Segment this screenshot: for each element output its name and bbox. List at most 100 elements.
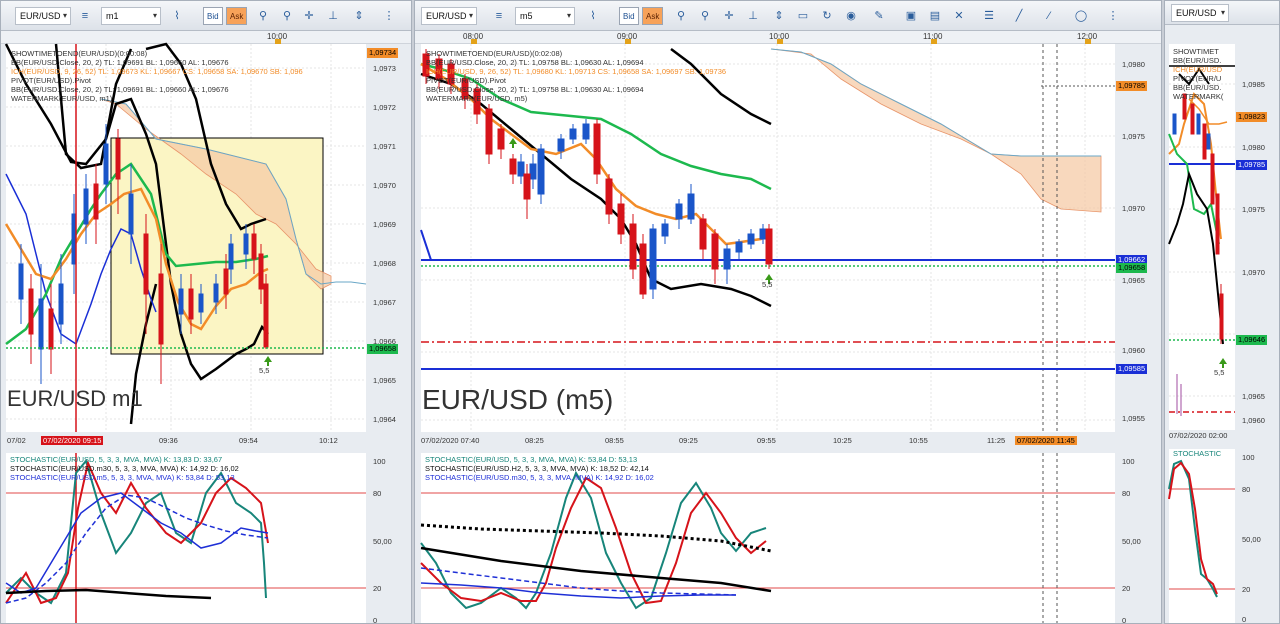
lines-icon[interactable]: ☰ [981, 8, 997, 24]
chart-type-icon[interactable]: ≡ [77, 8, 93, 24]
tools-icon[interactable]: ✕ [951, 8, 967, 24]
indicator-icon[interactable]: ⌇ [169, 8, 185, 24]
date-label: 08:25 [525, 436, 544, 445]
measure-icon[interactable]: ⊥ [325, 8, 341, 24]
legend-line: PIVOT(EUR/USD).Pivot [11, 76, 92, 85]
price-chart[interactable]: 5,5 SHOWTIMET BB(EUR/USD. ICH(EUR/USD PI… [1168, 44, 1235, 430]
auto-scale-icon[interactable]: ⇕ [771, 8, 787, 24]
stoch-legend-line: STOCHASTIC(EUR/USD.m5, 5, 3, 3, MVA, MVA… [10, 473, 235, 482]
date-label: 10:12 [319, 436, 338, 445]
stochastic-legend: STOCHASTIC(EUR/USD, 5, 3, 3, MVA, MVA) K… [10, 455, 239, 482]
price-label: 1,0970 [1242, 268, 1265, 277]
symbol-select[interactable]: EUR/USD ▾ [421, 7, 477, 25]
stoch-level-label: 0 [373, 616, 378, 624]
price-chart[interactable]: 5,5 EUR/USD m1 SHOWTIMETOEND(EUR/USD)(0:… [4, 42, 367, 432]
timeframe-select[interactable]: m1 ▾ [101, 7, 161, 25]
date-label: 07/02/2020 07:40 [421, 436, 480, 445]
watermark-title: EUR/USD m1 [7, 386, 143, 411]
arrow-label: 5,5 [259, 366, 270, 375]
date-label: 07/02/2020 02:00 [1169, 431, 1228, 440]
settings-icon[interactable]: ⋮ [381, 8, 397, 24]
pencil-icon[interactable]: ✎ [871, 8, 887, 24]
stoch-level-label: 80 [373, 489, 382, 498]
ask-button[interactable]: Ask [226, 7, 248, 25]
date-label: 08:55 [605, 436, 624, 445]
zoom-out-icon[interactable]: ⚲ [697, 8, 713, 24]
price-box-orange: 1,09823 [1236, 112, 1268, 122]
zoom-icon[interactable]: ⚲ [255, 8, 271, 24]
chart-type-icon[interactable]: ≡ [491, 8, 507, 24]
price-scale[interactable]: 1,09734 1,0973 1,0972 1,0971 1,0970 1,09… [367, 44, 411, 432]
price-label: 1,0980 [1122, 60, 1145, 69]
date-label: 09:55 [757, 436, 776, 445]
stochastic-chart[interactable]: STOCHASTIC [1168, 449, 1235, 623]
crosshair-icon[interactable]: ✛ [301, 8, 317, 24]
price-box-green: 1,09646 [1236, 335, 1268, 345]
stoch-level-label: 100 [1242, 453, 1255, 462]
indicator-icon[interactable]: ⌇ [585, 8, 601, 24]
price-chart[interactable]: 5,5 EUR/USD (m5) SHOWTIMETOEND(EUR/USD)(… [420, 44, 1115, 432]
chevron-down-icon: ▾ [152, 11, 157, 20]
bid-button[interactable]: Bid [203, 7, 223, 25]
save-icon[interactable]: ▤ [927, 8, 943, 24]
stochastic-chart[interactable]: STOCHASTIC(EUR/USD, 5, 3, 3, MVA, MVA) K… [5, 453, 366, 623]
crosshair-icon[interactable]: ✛ [721, 8, 737, 24]
stoch-level-label: 100 [1122, 457, 1135, 466]
chart-panel-side: EUR/USD ▾ 5,5 SHOWTIMET BB(EUR/USD. ICH(… [1164, 0, 1280, 624]
stoch-legend-line: STOCHASTIC(EUR/USD.m30, 5, 3, 3, MVA, MV… [425, 473, 654, 482]
trend-line-icon[interactable]: ⁄ [1041, 8, 1057, 24]
price-label: 1,0970 [1122, 204, 1145, 213]
stochastic-scale: 100 80 50,00 20 0 [1116, 453, 1161, 623]
date-label: 10:55 [909, 436, 928, 445]
top-time-axis: 08:00 09:00 10:00 11:00 12:00 [415, 31, 1161, 44]
price-label: 1,0964 [373, 415, 396, 424]
price-label: 1,0960 [1242, 416, 1265, 425]
chevron-down-icon: ▾ [566, 11, 571, 20]
stochastic-scale: 100 80 50,00 20 0 [1236, 449, 1279, 623]
zoom-out-icon[interactable]: ⚲ [279, 8, 295, 24]
measure-icon[interactable]: ⊥ [745, 8, 761, 24]
price-label: 1,0960 [1122, 346, 1145, 355]
bid-button[interactable]: Bid [619, 7, 639, 25]
price-scale[interactable]: 1,0980 1,09785 1,0975 1,0970 1,09662 1,0… [1116, 44, 1161, 432]
timeframe-select[interactable]: m5 ▾ [515, 7, 575, 25]
draw-line-icon[interactable]: ╱ [1011, 8, 1027, 24]
stoch-legend-line: STOCHASTIC(EUR/USD.m30, 5, 3, 3, MVA, MV… [10, 464, 239, 473]
symbol-select[interactable]: EUR/USD ▾ [15, 7, 71, 25]
price-label: 1,0980 [1242, 143, 1265, 152]
price-scale[interactable]: 1,0985 1,09823 1,0980 1,09785 1,0975 1,0… [1236, 44, 1279, 430]
stochastic-svg [1168, 459, 1235, 598]
stoch-level-label: 50,00 [373, 537, 392, 546]
legend-line: ICH(EUR/USD, 9, 26, 52) TL: 1,09680 KL: … [426, 67, 727, 76]
current-price-box: 1,09658 [367, 344, 399, 354]
stochastic-chart[interactable]: STOCHASTIC(EUR/USD, 5, 3, 3, MVA, MVA) K… [420, 453, 1115, 623]
ellipse-icon[interactable]: ◯ [1073, 8, 1089, 24]
date-label: 09:54 [239, 436, 258, 445]
legend-line: BB(EUR/USD.Close, 20, 2) TL: 1,09691 BL:… [11, 58, 229, 67]
stoch-level-label: 100 [373, 457, 386, 466]
stoch-level-label: 80 [1122, 489, 1131, 498]
price-label: 1,0965 [373, 376, 396, 385]
toolbar: EUR/USD ▾ ≡ m5 ▾ ⌇ Bid Ask ⚲ ⚲ ✛ ⊥ ⇕ ▭ ↻ ◉… [415, 1, 1161, 31]
chart-legend: SHOWTIMETOEND(EUR/USD)(0:00:08) BB(EUR/U… [11, 49, 303, 103]
chevron-down-icon: ▾ [468, 11, 473, 20]
ask-button[interactable]: Ask [642, 7, 664, 25]
legend-line: PIVOT(EUR/USD).Pivot [426, 76, 507, 85]
refresh-icon[interactable]: ↻ [819, 8, 835, 24]
date-label: 09:25 [679, 436, 698, 445]
stoch-legend-line: STOCHASTIC(EUR/USD, 5, 3, 3, MVA, MVA) K… [425, 455, 638, 464]
auto-scale-icon[interactable]: ⇕ [351, 8, 367, 24]
price-label: 1,0955 [1122, 414, 1145, 423]
legend-line: SHOWTIMET [1173, 47, 1219, 56]
symbol-select[interactable]: EUR/USD ▾ [1171, 4, 1229, 22]
more-icon[interactable]: ⋮ [1105, 8, 1121, 24]
price-label: 1,0975 [1242, 205, 1265, 214]
top-time-axis: 10:00 [1, 31, 411, 44]
stoch-level-label: 50,00 [1242, 535, 1261, 544]
image-icon[interactable]: ▣ [903, 8, 919, 24]
globe-icon[interactable]: ◉ [843, 8, 859, 24]
legend-line: BB(EUR/USD. [1173, 56, 1222, 65]
zoom-icon[interactable]: ⚲ [673, 8, 689, 24]
date-label: 07/02 [7, 436, 26, 445]
note-icon[interactable]: ▭ [795, 8, 811, 24]
